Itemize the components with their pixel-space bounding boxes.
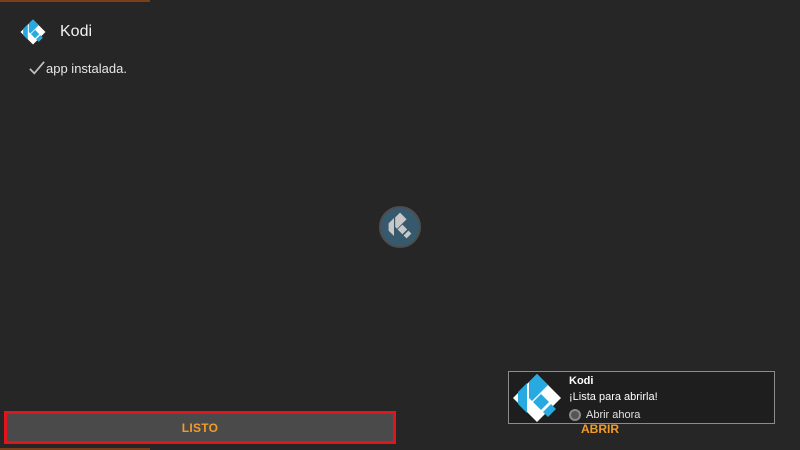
notification-message: ¡Lista para abrirla! bbox=[569, 391, 658, 403]
kodi-loading-icon bbox=[379, 206, 421, 248]
kodi-logo-icon bbox=[513, 374, 561, 422]
checkmark-icon bbox=[29, 61, 45, 75]
install-status-text: app instalada. bbox=[46, 60, 127, 76]
app-header: Kodi bbox=[20, 18, 92, 46]
app-title: Kodi bbox=[60, 23, 93, 40]
open-now-label: Abrir ahora bbox=[586, 408, 641, 421]
notification-title: Kodi bbox=[569, 375, 594, 387]
open-now-action[interactable]: Abrir ahora bbox=[569, 407, 640, 422]
kodi-logo-icon bbox=[20, 19, 46, 45]
install-complete-screen: Kodi app instalada. LISTO ABRIR Kodi ¡Li… bbox=[0, 0, 800, 450]
radio-icon bbox=[569, 408, 581, 421]
top-accent-bar bbox=[0, 0, 150, 2]
install-status: app instalada. bbox=[28, 58, 127, 78]
done-button[interactable]: LISTO bbox=[4, 411, 396, 444]
notification-toast[interactable]: Kodi ¡Lista para abrirla! Abrir ahora bbox=[508, 371, 775, 424]
